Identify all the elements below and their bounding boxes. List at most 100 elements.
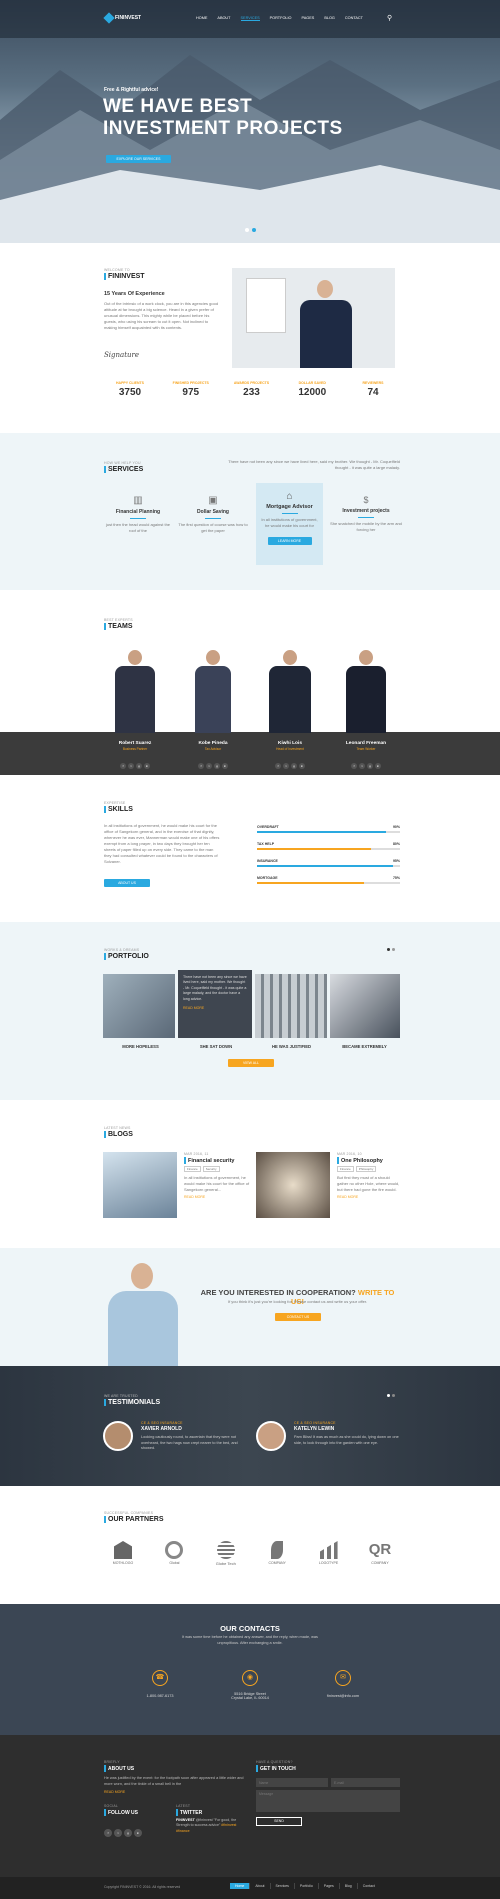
about-kicker: WELCOME TO bbox=[104, 268, 130, 272]
team-member[interactable]: Robert Suarez Business Partner f t g in bbox=[103, 650, 167, 772]
partner-logo[interactable]: Globe Tech bbox=[206, 1541, 246, 1566]
blog-image[interactable] bbox=[256, 1152, 330, 1218]
portfolio-title: PORTFOLIO bbox=[104, 953, 149, 960]
read-more-link[interactable]: READ MORE bbox=[337, 1195, 401, 1199]
nav-contact[interactable]: CONTACT bbox=[345, 16, 363, 21]
team-member[interactable]: Kobe Pineda Tax Advisor f t g in bbox=[181, 650, 245, 772]
footer-link-services[interactable]: Services bbox=[269, 1883, 294, 1889]
footer-link-about[interactable]: About bbox=[249, 1883, 269, 1889]
stat: HAPPY CLIENTS 3750 bbox=[116, 381, 144, 398]
tag[interactable]: Philosophy bbox=[355, 1166, 377, 1172]
twitter-icon[interactable]: t bbox=[359, 763, 365, 769]
footer-social: f t g in bbox=[103, 1821, 143, 1839]
services-title: SERVICES bbox=[104, 466, 143, 473]
tag[interactable]: Security bbox=[202, 1166, 220, 1172]
google-icon[interactable]: g bbox=[367, 763, 373, 769]
nav-blog[interactable]: BLOG bbox=[324, 16, 335, 21]
chart-icon: ▥ bbox=[133, 495, 143, 506]
hero-title-1: WE HAVE BEST bbox=[103, 96, 253, 117]
nav-pages[interactable]: PAGES bbox=[302, 16, 315, 21]
learn-more-button[interactable]: LEARN MORE bbox=[267, 537, 312, 545]
contact-us-button[interactable]: CONTACT US bbox=[275, 1313, 321, 1321]
search-icon[interactable]: ⚲ bbox=[387, 14, 392, 22]
blog-post: MAR 2016, 10 One Philosophy Finance Philo… bbox=[337, 1152, 401, 1199]
read-more-link[interactable]: READ MORE bbox=[104, 1790, 125, 1794]
contact-email[interactable]: ✉ fininvest@info.com bbox=[313, 1670, 373, 1698]
linkedin-icon[interactable]: in bbox=[299, 763, 305, 769]
facebook-icon[interactable]: f bbox=[104, 1829, 112, 1837]
partner-logo[interactable]: COMPANY bbox=[257, 1541, 297, 1566]
nav-about[interactable]: ABOUT bbox=[217, 16, 230, 21]
twitter-icon[interactable]: t bbox=[128, 763, 134, 769]
stat: FINISHED PROJECTS 975 bbox=[172, 381, 209, 398]
tag[interactable]: Finance bbox=[337, 1166, 354, 1172]
location-icon: ◉ bbox=[242, 1670, 258, 1686]
email-field[interactable] bbox=[331, 1778, 400, 1787]
logo-text: FININVEST bbox=[115, 15, 142, 21]
explore-button[interactable]: EXPLORE OUR SERVICES bbox=[106, 155, 171, 163]
tag[interactable]: Finance bbox=[184, 1166, 201, 1172]
portfolio-arrows[interactable] bbox=[387, 948, 395, 951]
team-member[interactable]: Kiwhi Lois Head of Investment f t g in bbox=[258, 650, 322, 772]
footer-link-pages[interactable]: Pages bbox=[317, 1883, 339, 1889]
service-item[interactable]: ▣ Dollar Saving The first question of co… bbox=[178, 495, 248, 534]
partner-logo[interactable]: LOGOTYPE bbox=[309, 1541, 349, 1566]
facebook-icon[interactable]: f bbox=[120, 763, 126, 769]
portfolio-item[interactable] bbox=[330, 974, 400, 1038]
blogs-title: BLOGS bbox=[104, 1131, 133, 1138]
linkedin-icon[interactable]: in bbox=[222, 763, 228, 769]
footer: BRIEFLY ABOUT US He was justified by the… bbox=[0, 1735, 500, 1899]
send-button[interactable]: SEND bbox=[256, 1817, 302, 1826]
portfolio-item[interactable] bbox=[103, 974, 175, 1038]
team-member[interactable]: Leonard Freeman Team Worker f t g in bbox=[334, 650, 398, 772]
testimonial-arrows[interactable] bbox=[387, 1394, 395, 1397]
facebook-icon[interactable]: f bbox=[275, 763, 281, 769]
portfolio-item-hover[interactable]: There have not been any since we have li… bbox=[178, 970, 252, 1038]
partner-logo[interactable]: Global bbox=[154, 1541, 194, 1566]
linkedin-icon[interactable]: in bbox=[144, 763, 150, 769]
stat: DOLLAR SAVED 12000 bbox=[298, 381, 327, 398]
service-item-active[interactable]: ⌂ Mortgage Advisor In all institutions o… bbox=[256, 483, 323, 565]
nav-portfolio[interactable]: PORTFOLIO bbox=[270, 16, 292, 21]
twitter-icon[interactable]: t bbox=[114, 1829, 122, 1837]
footer-link-portfolio[interactable]: Portfolio bbox=[293, 1883, 318, 1889]
read-more-link[interactable]: READ MORE bbox=[184, 1195, 252, 1199]
linkedin-icon[interactable]: in bbox=[134, 1829, 142, 1837]
footer-link-contact[interactable]: Contact bbox=[356, 1883, 380, 1889]
google-icon[interactable]: g bbox=[291, 763, 297, 769]
team-bar bbox=[0, 732, 500, 775]
cta-section: ARE YOU INTERESTED IN COOPERATION? WRITE… bbox=[0, 1248, 500, 1366]
partner-logo[interactable]: QR COMPANY bbox=[360, 1541, 400, 1566]
nav-home[interactable]: HOME bbox=[196, 16, 207, 21]
contact-phone[interactable]: ☎ 1-800-987-6173 bbox=[130, 1670, 190, 1698]
skill-bar: OVERDRAFT 90% bbox=[257, 825, 400, 833]
facebook-icon[interactable]: f bbox=[351, 763, 357, 769]
footer-link-blog[interactable]: Blog bbox=[338, 1883, 357, 1889]
linkedin-icon[interactable]: in bbox=[375, 763, 381, 769]
view-all-button[interactable]: VIEW ALL bbox=[228, 1059, 274, 1067]
service-item[interactable]: ▥ Financial Planning just then the head … bbox=[103, 495, 173, 534]
google-icon[interactable]: g bbox=[136, 763, 142, 769]
google-icon[interactable]: g bbox=[214, 763, 220, 769]
skill-bars: OVERDRAFT 90% TAX HELP 80% INSURANCE 95% MORTG… bbox=[257, 825, 400, 893]
read-more-link[interactable]: READ MORE bbox=[183, 1006, 247, 1010]
twitter-icon[interactable]: t bbox=[206, 763, 212, 769]
google-icon[interactable]: g bbox=[124, 1829, 132, 1837]
nav-services[interactable]: SERVICES bbox=[240, 16, 260, 21]
about-us-button[interactable]: ABOUT US bbox=[104, 879, 150, 887]
blog-title[interactable]: Financial security bbox=[184, 1157, 252, 1164]
facebook-icon[interactable]: f bbox=[198, 763, 204, 769]
portfolio-item[interactable] bbox=[255, 974, 327, 1038]
logo[interactable]: FININVEST bbox=[103, 12, 142, 24]
blog-title[interactable]: One Philosophy bbox=[337, 1157, 401, 1164]
twitter-icon[interactable]: t bbox=[283, 763, 289, 769]
message-field[interactable] bbox=[256, 1790, 400, 1812]
footer-touch-title: GET IN TOUCH bbox=[256, 1765, 296, 1772]
name-field[interactable] bbox=[256, 1778, 328, 1787]
footer-link-home[interactable]: Home bbox=[230, 1883, 250, 1889]
hero-dots[interactable] bbox=[245, 228, 256, 232]
partner-logo[interactable]: MOTHLOGO bbox=[103, 1541, 143, 1566]
service-item[interactable]: $ Investment projects She snatched the m… bbox=[329, 495, 403, 533]
portfolio-kicker: WORKS & DREAMS bbox=[104, 948, 140, 952]
blog-image[interactable] bbox=[103, 1152, 177, 1218]
